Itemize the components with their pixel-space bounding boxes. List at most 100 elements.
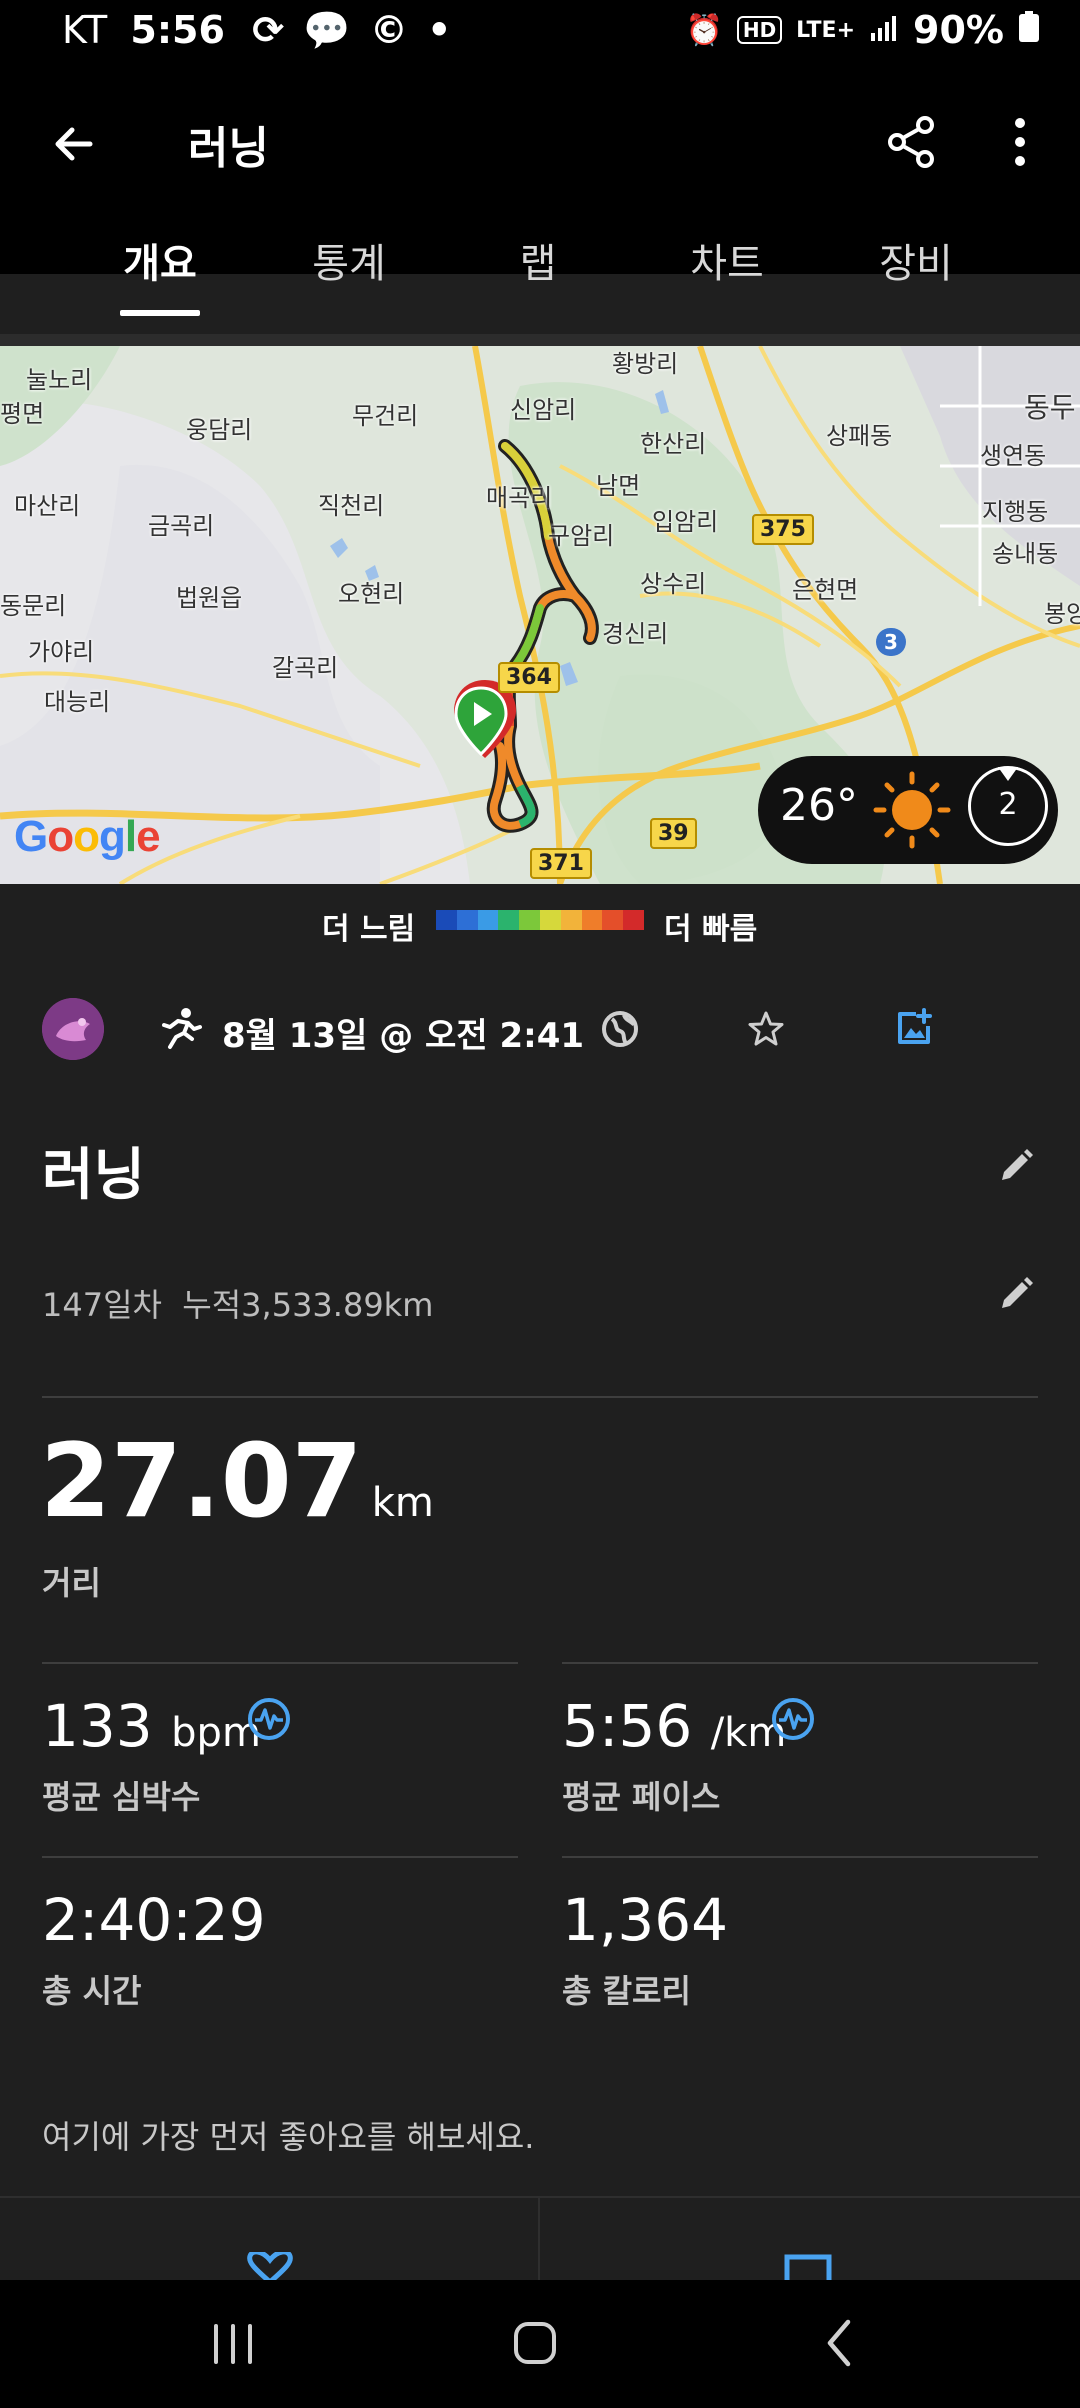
map-label: 오현리 [338,580,405,608]
share-icon [888,116,934,168]
map-label: 무건리 [352,402,419,430]
map-label: 황방리 [612,350,679,378]
map-label: 신암리 [510,396,577,424]
pace-legend: 더 느림 더 빠름 [0,884,1080,964]
wind-speed: 2 [998,787,1018,822]
temperature: 26° [780,780,858,831]
edit-description-icon[interactable] [996,1274,1036,1314]
map-label: 웅담리 [186,416,253,444]
map-label: 직천리 [318,492,385,520]
home-icon[interactable] [512,2320,558,2366]
favorite-star-icon[interactable] [746,1009,786,1049]
back-button[interactable] [34,104,114,184]
calories-value: 1,364 [562,1886,729,1954]
running-icon [162,1008,202,1049]
map-label: 마산리 [14,492,81,520]
map-label: 대능리 [44,688,111,716]
route-map[interactable]: 눌노리 평면 웅담리 무건리 신암리 황방리 한산리 상패동 동두 생연동 마산… [0,346,1080,884]
tab-stats[interactable]: 통계 [254,214,444,314]
divider [42,1856,518,1858]
globe-icon[interactable] [600,1009,640,1049]
heart-rate-value-row: 133 bpm [42,1692,261,1760]
alarm-icon: ⏰ [685,12,723,48]
more-notifications-icon: • [427,8,452,52]
activity-name: 러닝 [42,1143,146,1208]
activity-description: 147일차 누적3,533.89km [42,1286,434,1324]
legend-slow-label: 더 느림 [322,912,416,947]
road-number: 39 [650,818,697,849]
heart-rate-value: 133 [42,1692,153,1760]
calories-label: 총 칼로리 [562,1972,691,2010]
battery-percent: 90% [913,8,1004,52]
legend-fast-label: 더 빠름 [664,912,758,947]
map-label: 경신리 [602,620,669,648]
map-label: 평면 [0,400,45,428]
app-bar: 러닝 개요 통계 랩 차트 장비 [0,64,1080,316]
sun-icon [873,771,951,849]
edit-name-icon[interactable] [996,1146,1036,1186]
distance-label: 거리 [42,1564,101,1602]
battery-icon [1018,8,1040,52]
divider [562,1856,1038,1858]
road-number: 371 [530,848,592,879]
clock: 5:56 [130,8,225,52]
status-bar: KT 5:56 ⟳ 💬 © • ⏰ HD LTE+ 90% [0,0,1080,64]
map-label: 입암리 [652,508,719,536]
avatar[interactable] [42,998,104,1060]
map-label: 생연동 [980,442,1047,470]
tab-laps[interactable]: 랩 [443,214,633,314]
add-photo-icon[interactable] [894,1006,936,1048]
carrier: KT [62,8,108,52]
recent-apps-icon[interactable] [208,2322,258,2366]
map-label: 한산리 [640,430,707,458]
pace-label: 평균 페이스 [562,1778,721,1816]
tab-bar: 개요 통계 랩 차트 장비 [0,214,1080,334]
signal-icon [869,8,899,52]
legend-gradient [436,910,644,930]
map-label: 갈곡리 [272,654,339,682]
pace-value: 5:56 [562,1692,693,1760]
route-shield: 3 [876,628,906,656]
map-label: 동문리 [0,592,67,620]
distance-value-row: 27.07 km [40,1422,434,1541]
sync-icon: ⟳ [252,8,285,52]
divider [42,1662,518,1664]
map-label: 지행동 [982,498,1049,526]
map-label: 상패동 [826,422,893,450]
more-options-button[interactable] [980,100,1060,184]
map-label: 눌노리 [26,366,93,394]
c-app-icon: © [369,8,408,52]
arrow-back-icon [55,127,93,161]
divider [562,1662,1038,1664]
map-label: 매곡리 [486,484,553,512]
wind-indicator: 2 [968,766,1048,846]
chat-icon: 💬 [303,8,351,52]
activity-datetime: 8월 13일 @ 오전 2:41 [222,1016,585,1056]
back-nav-icon[interactable] [822,2318,856,2368]
social-actions [0,2196,1080,2284]
hd-icon: HD [736,16,783,44]
network-type: LTE+ [796,17,856,43]
share-button[interactable] [870,100,954,184]
tab-gear[interactable]: 장비 [821,214,1011,314]
pace-chart-icon[interactable] [770,1696,816,1742]
map-label: 상수리 [640,570,707,598]
divider [42,1396,1038,1398]
weather-widget[interactable]: 26° 2 [758,756,1058,864]
map-label: 구암리 [548,522,615,550]
more-vertical-icon [1015,118,1025,166]
like-button[interactable] [0,2198,540,2282]
tab-overview[interactable]: 개요 [65,214,255,316]
tab-charts[interactable]: 차트 [632,214,822,314]
distance-value: 27.07 [40,1422,363,1541]
map-label: 송내동 [992,540,1059,568]
map-label: 법원읍 [176,584,243,612]
map-label: 봉양 [1044,600,1080,628]
comment-button[interactable] [540,2198,1080,2284]
heart-rate-chart-icon[interactable] [246,1696,292,1742]
map-label: 남면 [596,472,641,500]
system-nav-bar [0,2280,1080,2408]
like-prompt: 여기에 가장 먼저 좋아요를 해보세요. [42,2118,535,2156]
wind-direction-icon [998,767,1018,781]
road-number: 375 [752,514,814,545]
